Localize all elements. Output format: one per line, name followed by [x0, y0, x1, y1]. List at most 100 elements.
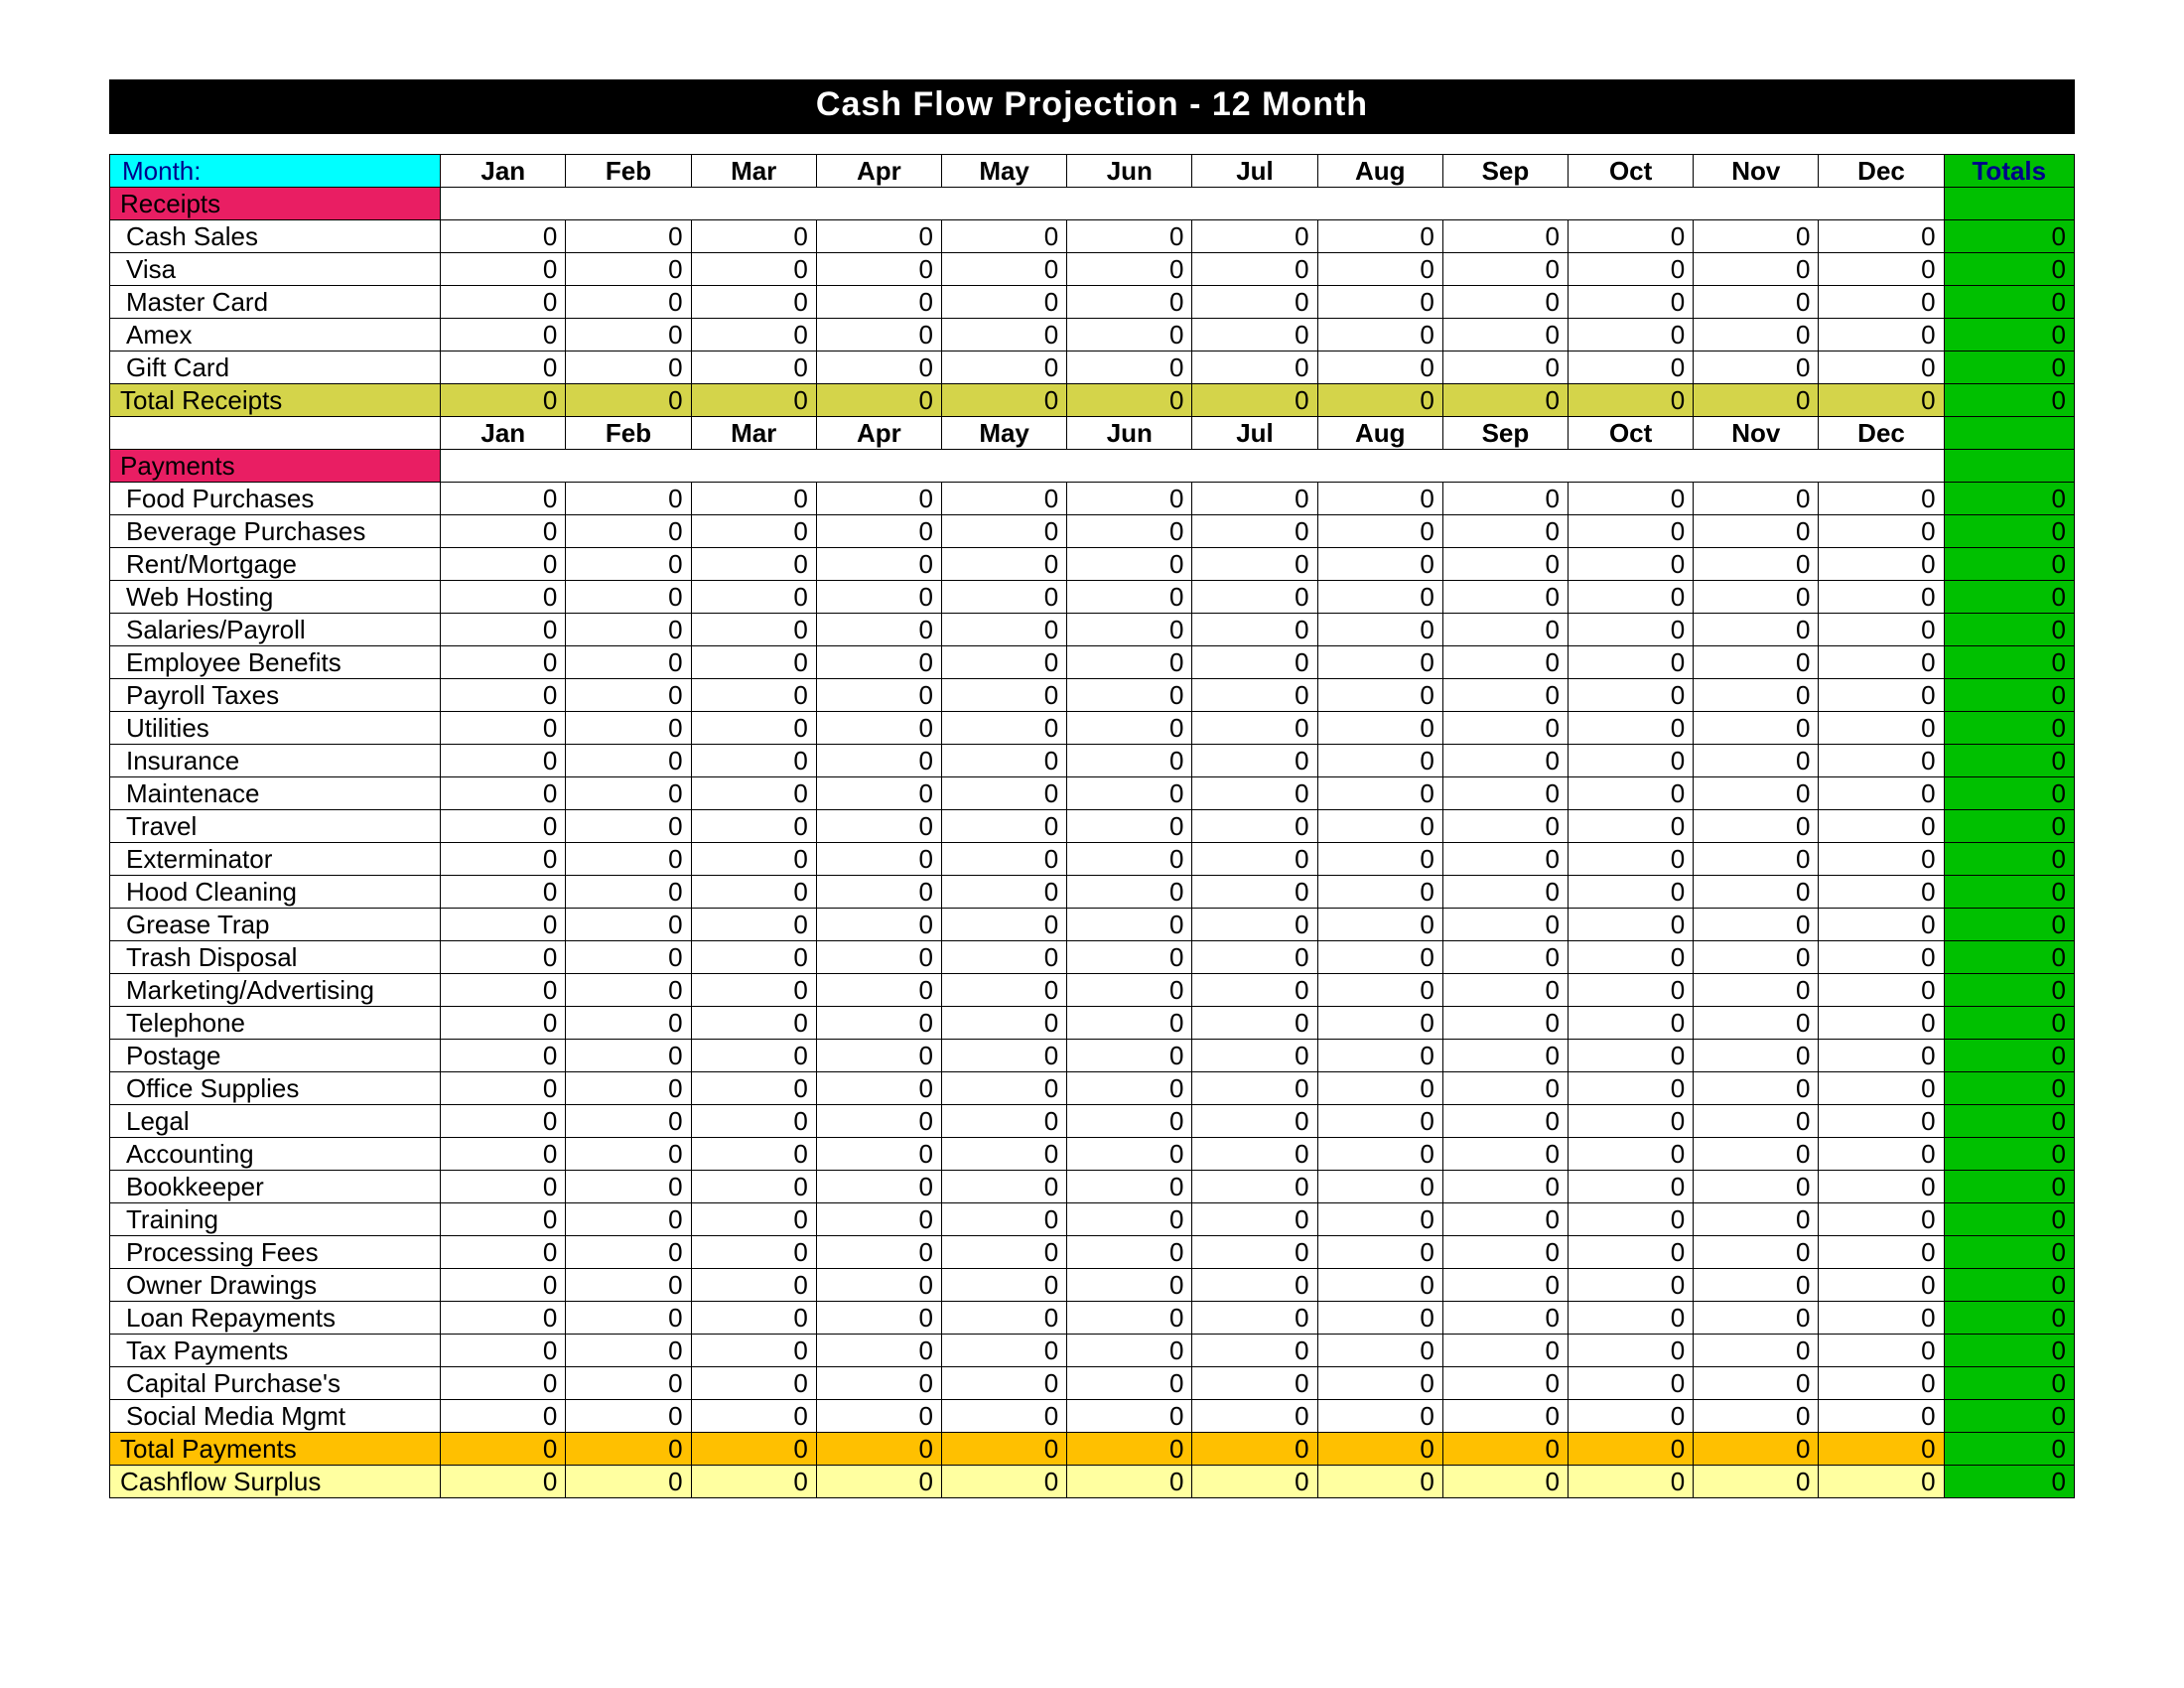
cell[interactable]: 0: [691, 483, 816, 515]
cell[interactable]: 0: [441, 614, 566, 646]
cell[interactable]: 0: [1442, 646, 1568, 679]
cell[interactable]: 0: [1442, 220, 1568, 253]
cell[interactable]: 0: [566, 843, 691, 876]
cell[interactable]: 0: [1442, 1236, 1568, 1269]
cell[interactable]: 0: [1192, 1105, 1317, 1138]
cell[interactable]: 0: [942, 679, 1067, 712]
cell[interactable]: 0: [942, 220, 1067, 253]
cell[interactable]: 0: [816, 843, 941, 876]
cell[interactable]: 0: [1317, 253, 1442, 286]
cell[interactable]: 0: [441, 220, 566, 253]
cell[interactable]: 0: [566, 777, 691, 810]
cell[interactable]: 0: [566, 1302, 691, 1335]
cell[interactable]: 0: [1694, 319, 1819, 352]
cell[interactable]: 0: [1067, 646, 1192, 679]
cell[interactable]: 0: [691, 1007, 816, 1040]
cell[interactable]: 0: [566, 679, 691, 712]
cell[interactable]: 0: [1694, 581, 1819, 614]
cell[interactable]: 0: [816, 352, 941, 384]
cell[interactable]: 0: [1819, 1269, 1944, 1302]
cell[interactable]: 0: [441, 581, 566, 614]
cell[interactable]: 0: [1442, 810, 1568, 843]
cell[interactable]: 0: [1819, 941, 1944, 974]
cell[interactable]: 0: [1819, 712, 1944, 745]
cell[interactable]: 0: [1192, 1367, 1317, 1400]
cell[interactable]: 0: [1819, 777, 1944, 810]
cell[interactable]: 0: [1192, 286, 1317, 319]
cell[interactable]: 0: [691, 220, 816, 253]
cell[interactable]: 0: [816, 1335, 941, 1367]
cell[interactable]: 0: [691, 1203, 816, 1236]
cell[interactable]: 0: [1317, 515, 1442, 548]
cell[interactable]: 0: [1192, 1302, 1317, 1335]
cell[interactable]: 0: [1819, 1203, 1944, 1236]
cell[interactable]: 0: [566, 1105, 691, 1138]
cell[interactable]: 0: [441, 909, 566, 941]
cell[interactable]: 0: [942, 1236, 1067, 1269]
cell[interactable]: 0: [1819, 1335, 1944, 1367]
cell[interactable]: 0: [942, 1138, 1067, 1171]
cell[interactable]: 0: [566, 286, 691, 319]
cell[interactable]: 0: [441, 515, 566, 548]
cell[interactable]: 0: [691, 1269, 816, 1302]
cell[interactable]: 0: [942, 253, 1067, 286]
cell[interactable]: 0: [566, 941, 691, 974]
cell[interactable]: 0: [1569, 1040, 1694, 1072]
cell[interactable]: 0: [1819, 483, 1944, 515]
cell[interactable]: 0: [1569, 1171, 1694, 1203]
cell[interactable]: 0: [816, 548, 941, 581]
cell[interactable]: 0: [1067, 1072, 1192, 1105]
cell[interactable]: 0: [1569, 352, 1694, 384]
cell[interactable]: 0: [566, 1072, 691, 1105]
cell[interactable]: 0: [1317, 1367, 1442, 1400]
cell[interactable]: 0: [1694, 941, 1819, 974]
cell[interactable]: 0: [1067, 352, 1192, 384]
cell[interactable]: 0: [1694, 745, 1819, 777]
cell[interactable]: 0: [1317, 581, 1442, 614]
cell[interactable]: 0: [1317, 941, 1442, 974]
cell[interactable]: 0: [691, 712, 816, 745]
cell[interactable]: 0: [691, 1400, 816, 1433]
cell[interactable]: 0: [1694, 646, 1819, 679]
cell[interactable]: 0: [1192, 679, 1317, 712]
cell[interactable]: 0: [691, 1302, 816, 1335]
cell[interactable]: 0: [1819, 581, 1944, 614]
cell[interactable]: 0: [816, 483, 941, 515]
cell[interactable]: 0: [816, 1269, 941, 1302]
cell[interactable]: 0: [816, 1236, 941, 1269]
cell[interactable]: 0: [1442, 1040, 1568, 1072]
cell[interactable]: 0: [1569, 1072, 1694, 1105]
cell[interactable]: 0: [1569, 1105, 1694, 1138]
cell[interactable]: 0: [1192, 1335, 1317, 1367]
cell[interactable]: 0: [441, 646, 566, 679]
cell[interactable]: 0: [816, 679, 941, 712]
cell[interactable]: 0: [1569, 614, 1694, 646]
cell[interactable]: 0: [566, 909, 691, 941]
cell[interactable]: 0: [1317, 843, 1442, 876]
cell[interactable]: 0: [691, 1040, 816, 1072]
cell[interactable]: 0: [942, 1269, 1067, 1302]
cell[interactable]: 0: [816, 286, 941, 319]
cell[interactable]: 0: [566, 1007, 691, 1040]
cell[interactable]: 0: [1819, 1138, 1944, 1171]
cell[interactable]: 0: [1192, 614, 1317, 646]
cell[interactable]: 0: [816, 1203, 941, 1236]
cell[interactable]: 0: [441, 548, 566, 581]
cell[interactable]: 0: [1569, 1007, 1694, 1040]
cell[interactable]: 0: [1819, 876, 1944, 909]
cell[interactable]: 0: [566, 1400, 691, 1433]
cell[interactable]: 0: [942, 646, 1067, 679]
cell[interactable]: 0: [1192, 777, 1317, 810]
cell[interactable]: 0: [816, 1072, 941, 1105]
cell[interactable]: 0: [1694, 253, 1819, 286]
cell[interactable]: 0: [1067, 1335, 1192, 1367]
cell[interactable]: 0: [441, 319, 566, 352]
cell[interactable]: 0: [1569, 253, 1694, 286]
cell[interactable]: 0: [1067, 679, 1192, 712]
cell[interactable]: 0: [1569, 745, 1694, 777]
cell[interactable]: 0: [1442, 319, 1568, 352]
cell[interactable]: 0: [691, 1072, 816, 1105]
cell[interactable]: 0: [1067, 220, 1192, 253]
cell[interactable]: 0: [1819, 909, 1944, 941]
cell[interactable]: 0: [1442, 483, 1568, 515]
